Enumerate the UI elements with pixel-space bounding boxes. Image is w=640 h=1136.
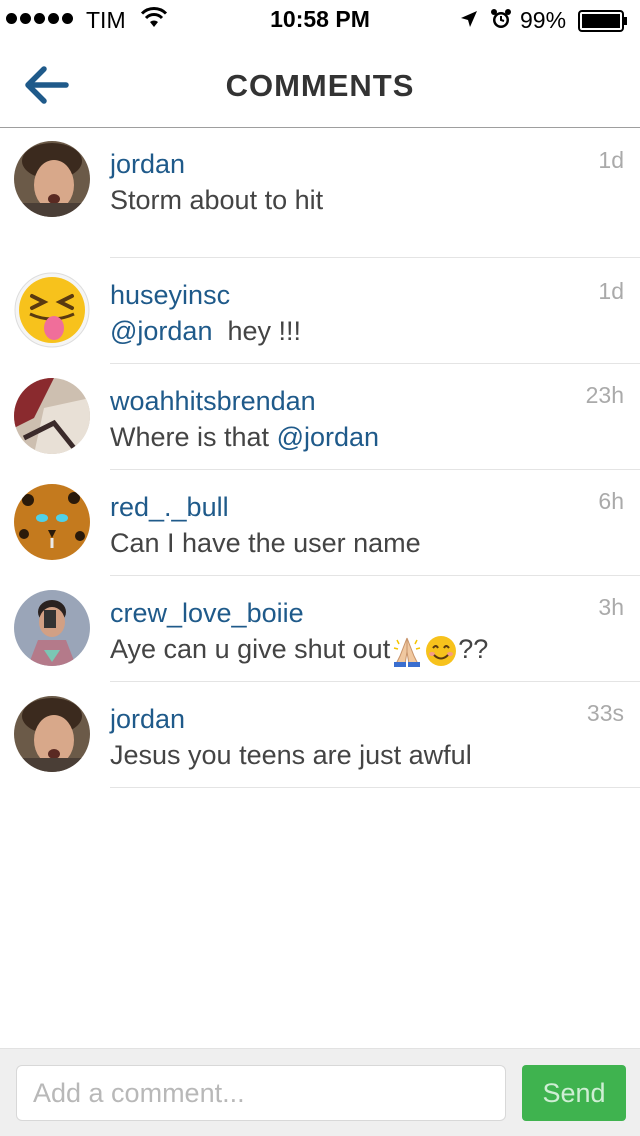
comment-item: huseyinsc @jordan hey !!! 1d <box>0 258 640 364</box>
comment-timestamp: 6h <box>598 488 624 514</box>
avatar[interactable] <box>14 141 90 217</box>
comment-text: Where is that @jordan <box>110 422 379 453</box>
comment-item: jordan Jesus you teens are just awful 33… <box>0 682 640 788</box>
avatar[interactable] <box>14 696 90 772</box>
comment-text: Aye can u give shut out ?? <box>110 634 488 668</box>
comment-item: crew_love_boiie Aye can u give shut out … <box>0 576 640 682</box>
send-button[interactable]: Send <box>522 1065 626 1121</box>
comment-mention[interactable]: @jordan <box>277 422 379 452</box>
avatar[interactable] <box>14 272 90 348</box>
comment-username[interactable]: woahhitsbrendan <box>110 386 316 417</box>
location-arrow-icon <box>461 11 477 27</box>
praying-hands-icon <box>394 637 421 667</box>
comment-timestamp: 23h <box>585 382 624 408</box>
comment-text: @jordan hey !!! <box>110 316 301 347</box>
alarm-clock-icon <box>491 9 511 28</box>
comment-text-body: Aye can u give shut out <box>110 634 391 665</box>
avatar[interactable] <box>14 378 90 454</box>
comment-text-suffix: ?? <box>458 634 489 665</box>
comment-input[interactable] <box>16 1065 506 1121</box>
comment-composer: Send <box>0 1048 640 1136</box>
divider <box>110 787 640 788</box>
avatar[interactable] <box>14 484 90 560</box>
comment-text-body: hey !!! <box>227 316 302 346</box>
comment-timestamp: 1d <box>598 278 624 304</box>
comment-username[interactable]: crew_love_boiie <box>110 598 304 629</box>
avatar[interactable] <box>14 590 90 666</box>
comment-username[interactable]: red_._bull <box>110 492 229 523</box>
status-bar: TIM 10:58 PM 99% <box>0 0 640 40</box>
comment-text: Can I have the user name <box>110 528 421 558</box>
battery-icon <box>578 10 627 32</box>
comment-username[interactable]: huseyinsc <box>110 280 230 311</box>
comment-timestamp: 33s <box>586 700 624 726</box>
comment-text: Jesus you teens are just awful <box>110 740 472 770</box>
battery-percentage: 99% <box>520 7 567 33</box>
comment-text-body: Where is that <box>110 422 270 452</box>
comment-item: woahhitsbrendan Where is that @jordan 23… <box>0 364 640 470</box>
comment-text: Storm about to hit <box>110 185 324 215</box>
comment-item: jordan Storm about to hit 1d <box>0 129 640 258</box>
comment-timestamp: 1d <box>598 147 624 173</box>
comment-mention[interactable]: @jordan <box>110 316 212 346</box>
comment-timestamp: 3h <box>598 594 624 620</box>
page-title: COMMENTS <box>225 68 415 103</box>
comment-item: red_._bull Can I have the user name 6h <box>0 470 640 576</box>
comments-list: jordan Storm about to hit 1d huseyinsc @… <box>0 129 640 788</box>
comment-username[interactable]: jordan <box>110 149 185 180</box>
smiling-face-icon <box>426 636 457 666</box>
comment-username[interactable]: jordan <box>110 704 185 735</box>
navigation-bar: COMMENTS <box>0 40 640 128</box>
